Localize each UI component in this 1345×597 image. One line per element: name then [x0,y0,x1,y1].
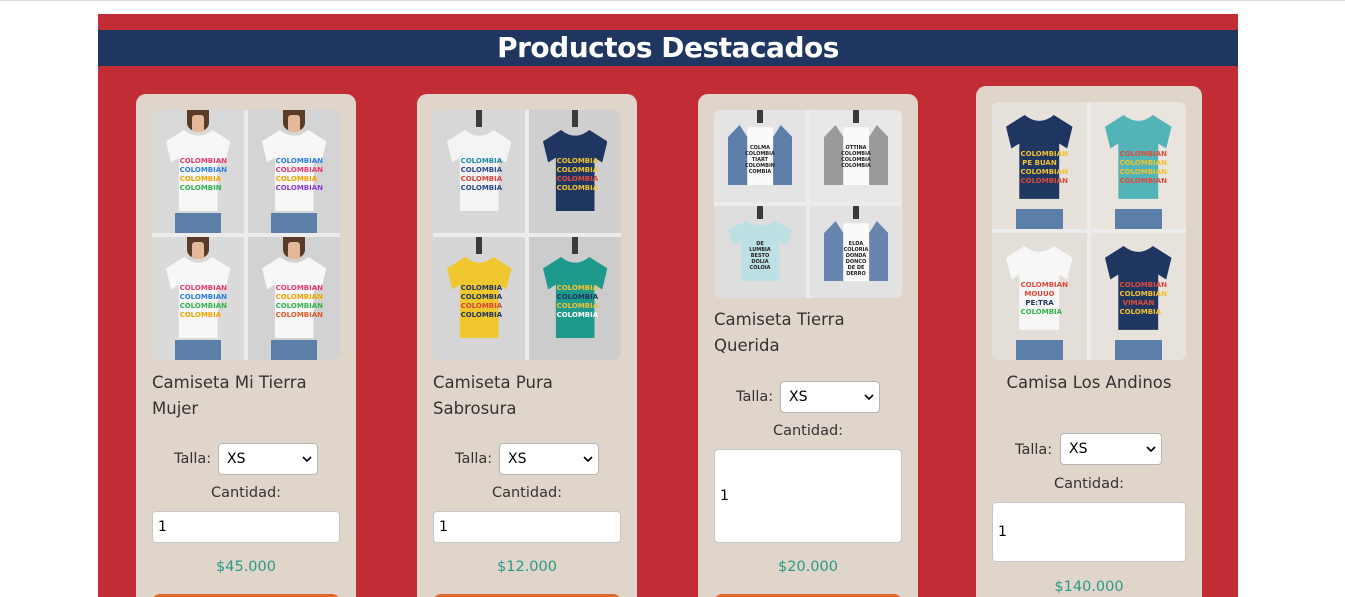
size-select-value: XS [508,451,527,467]
product-image[interactable]: COLOMBIAN PE BUAN COLOMBIAN COLOMBIAN COLOM… [992,102,1186,360]
size-select[interactable]: XS [499,443,599,475]
quantity-label: Cantidad: [1053,476,1125,492]
quantity-input[interactable]: 1 [433,511,621,543]
section-header: Productos Destacados [98,30,1238,66]
size-label: Talla: [455,451,493,467]
chevron-down-icon [1146,446,1156,453]
quantity-input[interactable]: 1 [992,502,1186,562]
product-card: COLMA COLOMBIA TIART COLOMBIN COMBIA OTTINA C… [698,94,918,597]
product-image[interactable]: COLOMBIA COLOMBIA COLOMBIA COLOMBIA COLOMBI… [433,110,621,360]
quantity-label: Cantidad: [772,423,844,439]
quantity-label: Cantidad: [491,485,563,501]
size-select[interactable]: XS [218,443,318,475]
product-card: COLOMBIA COLOMBIA COLOMBIA COLOMBIA COLOMBI… [417,94,637,597]
section-title: Productos Destacados [497,31,839,64]
top-divider [0,0,1345,1]
product-name: Camiseta Tierra Querida [714,310,845,355]
product-price: $12.000 [497,559,557,575]
size-select[interactable]: XS [780,381,880,413]
size-select[interactable]: XS [1060,433,1162,465]
quantity-input[interactable]: 1 [714,449,902,543]
product-price: $45.000 [216,559,276,575]
product-card: COLOMBIAN PE BUAN COLOMBIAN COLOMBIAN COLOM… [976,86,1202,597]
product-name: Camiseta Mi Tierra Mujer [152,373,307,418]
size-label: Talla: [174,451,212,467]
product-image[interactable]: COLOMBIAN COLOMBIAN COLOMBIA COLOMBIN COLOM… [152,110,340,360]
product-image[interactable]: COLMA COLOMBIA TIART COLOMBIN COMBIA OTTINA C… [714,110,902,298]
size-select-value: XS [789,389,808,405]
size-label: Talla: [736,389,774,405]
chevron-down-icon [302,456,312,463]
product-price: $20.000 [778,559,838,575]
chevron-down-icon [583,456,593,463]
product-name: Camisa Los Andinos [1006,373,1172,392]
size-select-value: XS [227,451,246,467]
quantity-label: Cantidad: [210,485,282,501]
chevron-down-icon [864,394,874,401]
product-name: Camiseta Pura Sabrosura [433,373,553,418]
product-price: $140.000 [1054,579,1124,595]
quantity-input[interactable]: 1 [152,511,340,543]
featured-products-section: Productos Destacados COLOMBIAN COLOMBIAN C… [98,14,1238,597]
product-card: COLOMBIAN COLOMBIAN COLOMBIA COLOMBIN COLOM… [136,94,356,597]
size-label: Talla: [1015,442,1053,458]
size-select-value: XS [1069,441,1088,457]
